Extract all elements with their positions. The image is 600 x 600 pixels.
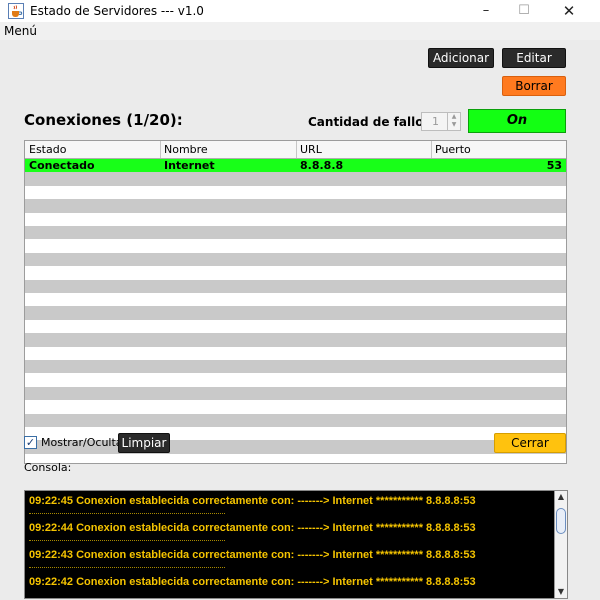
- table-row-empty[interactable]: [25, 373, 566, 386]
- console-output[interactable]: 09:22:45 Conexion establecida correctame…: [24, 490, 568, 599]
- table-row-empty[interactable]: [25, 239, 566, 252]
- scroll-down-icon[interactable]: ▼: [555, 586, 567, 598]
- log-line: 09:22:45 Conexion establecida correctame…: [29, 495, 476, 507]
- log-separator: [29, 513, 225, 514]
- table-row-empty[interactable]: [25, 266, 566, 279]
- fail-count-label: Cantidad de fallos:: [308, 115, 436, 129]
- menu-bar: Menú: [0, 22, 600, 40]
- connections-table: Estado Nombre URL Puerto Conectado Inter…: [24, 140, 567, 464]
- console-label: Consola:: [24, 461, 72, 474]
- cell-puerto: 53: [546, 159, 562, 172]
- menu-main[interactable]: Menú: [4, 24, 37, 38]
- column-header-url[interactable]: URL: [300, 143, 322, 156]
- table-row-empty[interactable]: [25, 360, 566, 374]
- cell-estado: Conectado: [29, 159, 95, 172]
- cell-nombre: Internet: [164, 159, 215, 172]
- table-row-empty[interactable]: [25, 199, 566, 213]
- table-header: Estado Nombre URL Puerto: [25, 141, 566, 159]
- cell-url: 8.8.8.8: [300, 159, 344, 172]
- table-row-empty[interactable]: [25, 279, 566, 293]
- table-row-empty[interactable]: [25, 293, 566, 306]
- table-row-empty[interactable]: [25, 226, 566, 240]
- java-cup-icon: [8, 3, 24, 19]
- add-button[interactable]: Adicionar: [428, 48, 494, 68]
- table-row-empty[interactable]: [25, 213, 566, 226]
- minimize-button[interactable]: –: [471, 2, 501, 20]
- spinner-arrows-icon[interactable]: ▲ ▼: [447, 113, 460, 130]
- maximize-button[interactable]: ☐: [509, 2, 539, 20]
- window-title: Estado de Servidores --- v1.0: [30, 4, 204, 18]
- connections-heading: Conexiones (1/20):: [24, 111, 183, 129]
- log-line: 09:22:42 Conexion establecida correctame…: [29, 576, 476, 588]
- show-hide-label: Mostrar/Ocultar: [41, 436, 128, 449]
- delete-button[interactable]: Borrar: [502, 76, 566, 96]
- log-line: 09:22:44 Conexion establecida correctame…: [29, 522, 476, 534]
- table-row-empty[interactable]: [25, 320, 566, 333]
- title-bar: Estado de Servidores --- v1.0 – ☐ ✕: [0, 0, 600, 22]
- scroll-up-icon[interactable]: ▲: [555, 491, 567, 503]
- column-header-nombre[interactable]: Nombre: [164, 143, 208, 156]
- table-row-empty[interactable]: [25, 413, 566, 427]
- table-row-empty[interactable]: [25, 347, 566, 360]
- show-hide-checkbox[interactable]: ✓: [24, 436, 37, 449]
- table-row-empty[interactable]: [25, 306, 566, 320]
- log-line: 09:22:43 Conexion establecida correctame…: [29, 549, 476, 561]
- column-header-estado[interactable]: Estado: [29, 143, 66, 156]
- checkmark-icon: ✓: [25, 436, 36, 449]
- table-row-empty[interactable]: [25, 172, 566, 186]
- table-row[interactable]: Conectado Internet 8.8.8.8 53: [25, 159, 566, 173]
- status-indicator: On: [468, 109, 566, 133]
- main-panel: Adicionar Editar Borrar Conexiones (1/20…: [0, 40, 600, 600]
- close-window-button[interactable]: ✕: [554, 2, 584, 20]
- close-button[interactable]: Cerrar: [494, 433, 566, 453]
- column-header-puerto[interactable]: Puerto: [435, 143, 471, 156]
- table-row-empty[interactable]: [25, 333, 566, 347]
- table-row-empty[interactable]: [25, 252, 566, 267]
- table-row-empty[interactable]: [25, 386, 566, 401]
- scroll-thumb[interactable]: [556, 508, 566, 534]
- fail-count-spinner[interactable]: 1 ▲ ▼: [421, 112, 461, 131]
- edit-button[interactable]: Editar: [502, 48, 566, 68]
- console-scrollbar[interactable]: ▲ ▼: [554, 491, 567, 598]
- clear-button[interactable]: Limpiar: [118, 433, 170, 453]
- table-row-empty[interactable]: [25, 400, 566, 413]
- fail-count-value: 1: [432, 115, 439, 128]
- log-separator: [29, 540, 225, 541]
- table-row-empty[interactable]: [25, 454, 566, 463]
- table-row-empty[interactable]: [25, 186, 566, 199]
- log-separator: [29, 567, 225, 568]
